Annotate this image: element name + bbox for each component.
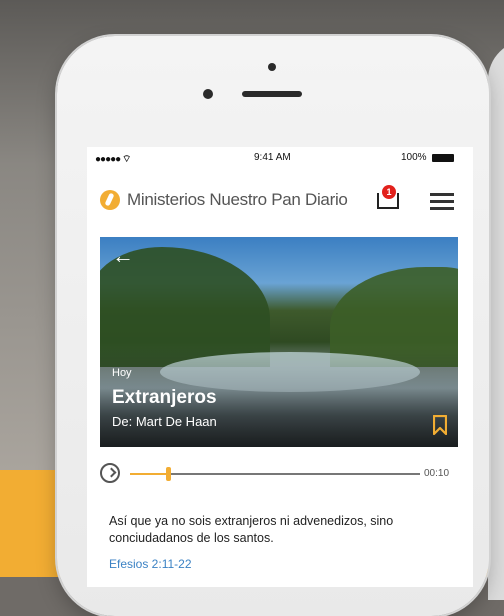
notification-badge: 1 xyxy=(382,185,396,199)
status-bar: ●●●●● ⌔ 9:41 AM 100% xyxy=(87,147,473,169)
bookmark-icon[interactable] xyxy=(433,415,447,435)
audio-player: 00:10 xyxy=(100,460,460,488)
back-arrow-icon[interactable]: ← xyxy=(112,243,134,269)
verse-reference-link[interactable]: Efesios 2:11-22 xyxy=(109,557,192,571)
app-screen: ●●●●● ⌔ 9:41 AM 100% Ministerios Nuestro… xyxy=(87,147,473,587)
battery-percent: 100% xyxy=(401,152,427,163)
brand-title: Ministerios Nuestro Pan Diario xyxy=(127,190,348,209)
audio-progress xyxy=(130,473,168,475)
verse-text: Así que ya no sois extranjeros ni advene… xyxy=(109,514,394,545)
devotional-kicker: Hoy xyxy=(112,367,132,379)
status-time: 9:41 AM xyxy=(254,152,291,163)
hamburger-icon xyxy=(430,200,454,203)
audio-track[interactable] xyxy=(130,473,420,475)
messages-button[interactable]: 1 xyxy=(377,185,399,209)
front-camera xyxy=(203,89,213,99)
audio-duration: 00:10 xyxy=(424,468,450,479)
audio-scrubber[interactable] xyxy=(165,467,171,481)
signal-indicator: ●●●●● ⌔ xyxy=(95,154,131,165)
devotional-title: Extranjeros xyxy=(112,387,217,408)
earpiece-speaker xyxy=(242,91,302,97)
logo-icon xyxy=(100,190,120,210)
play-button[interactable] xyxy=(100,463,120,483)
hamburger-icon xyxy=(430,193,454,196)
app-header: Ministerios Nuestro Pan Diario 1 xyxy=(87,177,473,223)
devotional-hero-image: ← Hoy Extranjeros De: Mart De Haan xyxy=(100,237,458,447)
hamburger-icon xyxy=(430,207,454,210)
adjacent-phone-edge xyxy=(488,40,504,600)
camera-dot xyxy=(268,63,276,71)
devotional-author: De: Mart De Haan xyxy=(112,414,217,429)
battery-icon xyxy=(432,154,454,162)
menu-button[interactable] xyxy=(430,193,454,211)
